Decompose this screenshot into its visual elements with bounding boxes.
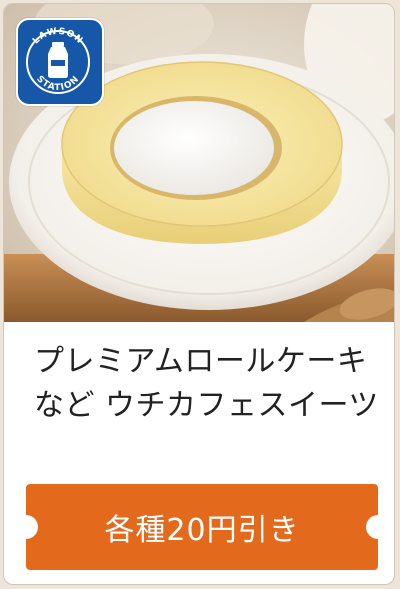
coupon-notch-right: [366, 515, 390, 539]
coupon-label: 各種20円引き: [104, 513, 300, 548]
discount-coupon-button[interactable]: 各種20円引き: [14, 484, 390, 570]
product-title: プレミアムロールケーキなど ウチカフェスイーツ: [34, 344, 379, 423]
coupon-card[interactable]: LAWSON STATION プレミアムロールケーキなど ウチカフェスイーツ 各…: [3, 3, 395, 585]
lawson-station-logo: LAWSON STATION: [16, 18, 104, 106]
milk-bottle-icon: [48, 42, 68, 78]
coupon-notch-left: [14, 515, 38, 539]
